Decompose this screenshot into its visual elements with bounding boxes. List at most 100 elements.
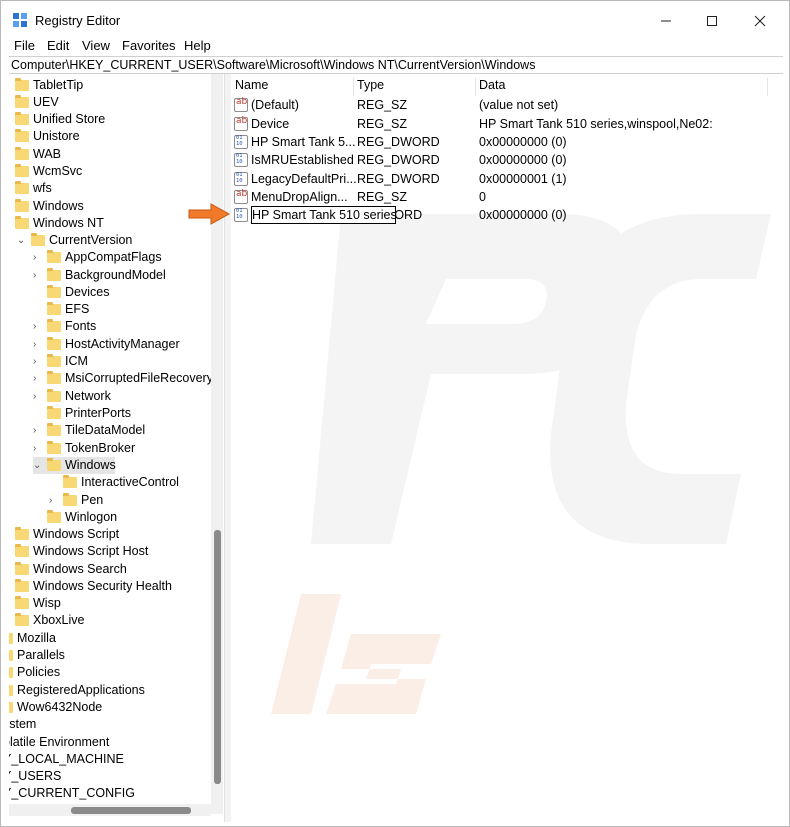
value-type: REG_DWORD — [357, 153, 440, 167]
tree-item-label: InteractiveControl — [81, 475, 179, 489]
column-header-data[interactable]: Data — [479, 78, 505, 95]
tree-item-wfs[interactable]: wfs — [15, 180, 52, 197]
tree-item-wab[interactable]: WAB — [15, 146, 61, 163]
tree-item-efs[interactable]: EFS — [33, 301, 89, 318]
tree-item-policies[interactable]: Policies — [9, 664, 60, 681]
tree-item-windows-script[interactable]: Windows Script — [15, 526, 119, 543]
menu-favorites[interactable]: Favorites — [122, 38, 175, 53]
tree-item-label: wfs — [33, 181, 52, 195]
tree-item-windows-security-health[interactable]: Windows Security Health — [15, 578, 172, 595]
address-bar[interactable]: Computer\HKEY_CURRENT_USER\Software\Micr… — [9, 56, 783, 74]
tree-item-windows[interactable]: Windows — [15, 198, 84, 215]
tree-item-network[interactable]: › Network — [33, 388, 111, 405]
chevron-down-icon[interactable]: ⌄ — [17, 232, 27, 249]
value-type: REG_SZ — [357, 117, 408, 131]
tree-item-appcompatflags[interactable]: › AppCompatFlags — [33, 249, 162, 266]
tree-item-devices[interactable]: Devices — [33, 284, 109, 301]
tree-item-mozilla[interactable]: Mozilla — [9, 630, 56, 647]
tree-item-volatile-environment[interactable]: olatile Environment — [9, 734, 109, 751]
tree-item-interactivecontrol[interactable]: InteractiveControl — [49, 474, 179, 491]
tree-item-unified-store[interactable]: Unified Store — [15, 111, 105, 128]
tree-item-msicorruptedfilerecovery[interactable]: › MsiCorruptedFileRecovery — [33, 370, 213, 387]
tree-item-windows-nt[interactable]: Windows NT — [15, 215, 104, 232]
tree-item-label: Fonts — [65, 319, 97, 333]
tree-item-xboxlive[interactable]: XboxLive — [15, 612, 84, 629]
folder-icon — [63, 493, 77, 506]
tree-vertical-scroll-thumb[interactable] — [214, 530, 221, 784]
value-data: HP Smart Tank 510 series,winspool,Ne02: — [479, 117, 713, 131]
tree-item-windows-search[interactable]: Windows Search — [15, 561, 127, 578]
value-row[interactable]: MenuDropAlign... REG_SZ 0 — [231, 188, 783, 206]
chevron-right-icon[interactable]: › — [49, 492, 59, 509]
value-row[interactable]: Device REG_SZ HP Smart Tank 510 series,w… — [231, 115, 783, 133]
rename-input-text: HP Smart Tank 510 series — [252, 208, 396, 222]
tree-item-currentversion[interactable]: ⌄ CurrentVersion — [17, 232, 132, 249]
tree-item-tablettip[interactable]: TabletTip — [15, 77, 83, 94]
value-row[interactable]: HP Smart Tank 5... REG_DWORD 0x00000000 … — [231, 133, 783, 151]
value-row[interactable]: IsMRUEstablished REG_DWORD 0x00000000 (0… — [231, 151, 783, 169]
close-button[interactable] — [737, 7, 783, 35]
menu-view[interactable]: View — [82, 38, 110, 53]
menu-edit[interactable]: Edit — [47, 38, 69, 53]
value-type: REG_SZ — [357, 190, 408, 204]
tree-item-tiledatamodel[interactable]: › TileDataModel — [33, 422, 145, 439]
tree-item-hkey-users[interactable]: Y_USERS — [9, 768, 61, 785]
column-divider[interactable] — [767, 78, 768, 96]
tree-item-backgroundmodel[interactable]: › BackgroundModel — [33, 267, 166, 284]
tree-item-hkey-current-config[interactable]: Y_CURRENT_CONFIG — [9, 785, 135, 802]
column-header-type[interactable]: Type — [357, 78, 384, 95]
rename-input[interactable]: HP Smart Tank 510 series — [251, 206, 396, 224]
tree-item-icm[interactable]: › ICM — [33, 353, 88, 370]
tree-item-hostactivitymanager[interactable]: › HostActivityManager — [33, 336, 180, 353]
chevron-right-icon[interactable]: › — [33, 353, 43, 370]
tree-item-registeredapplications[interactable]: RegisteredApplications — [9, 682, 145, 699]
tree-item-unistore[interactable]: Unistore — [15, 128, 80, 145]
tree-item-winlogon[interactable]: Winlogon — [33, 509, 117, 526]
value-row[interactable]: (Default) REG_SZ (value not set) — [231, 96, 783, 114]
folder-icon — [15, 129, 29, 142]
tree-item-printerports[interactable]: PrinterPorts — [33, 405, 131, 422]
chevron-right-icon[interactable]: › — [33, 422, 43, 439]
tree-horizontal-scroll-thumb[interactable] — [71, 807, 191, 814]
tree-item-label: Unified Store — [33, 112, 106, 126]
menu-bar: File Edit View Favorites Help — [1, 37, 790, 55]
chevron-right-icon[interactable]: › — [33, 388, 43, 405]
tree-item-tokenbroker[interactable]: › TokenBroker — [33, 440, 135, 457]
column-divider[interactable] — [475, 78, 476, 96]
tree-vertical-scrollbar[interactable] — [211, 74, 223, 814]
tree-item-uev[interactable]: UEV — [15, 94, 59, 111]
chevron-right-icon[interactable]: › — [33, 318, 43, 335]
menu-help[interactable]: Help — [184, 38, 211, 53]
chevron-right-icon[interactable]: › — [33, 336, 43, 353]
dword-value-icon — [234, 172, 248, 186]
tree-item-system[interactable]: ystem — [9, 716, 36, 733]
maximize-button[interactable] — [689, 7, 735, 35]
tree-item-windows-selected[interactable]: ⌄ Windows — [33, 457, 116, 474]
value-type: REG_DWORD — [357, 172, 440, 186]
value-row-renaming[interactable]: VORD 0x00000000 (0) HP Smart Tank 510 se… — [231, 206, 783, 224]
minimize-button[interactable] — [643, 7, 689, 35]
tree-item-fonts[interactable]: › Fonts — [33, 318, 96, 335]
tree-horizontal-scrollbar[interactable] — [9, 804, 211, 816]
chevron-right-icon[interactable]: › — [33, 267, 43, 284]
string-value-icon — [234, 189, 248, 204]
folder-icon — [47, 302, 61, 315]
tree-item-wisp[interactable]: Wisp — [15, 595, 61, 612]
tree-item-wow6432node[interactable]: Wow6432Node — [9, 699, 102, 716]
chevron-right-icon[interactable]: › — [33, 370, 43, 387]
column-header-name[interactable]: Name — [235, 78, 268, 95]
chevron-down-icon[interactable]: ⌄ — [33, 457, 43, 474]
tree-item-hkey-local-machine[interactable]: Y_LOCAL_MACHINE — [9, 751, 124, 768]
tree-item-windows-script-host[interactable]: Windows Script Host — [15, 543, 148, 560]
tree-item-wcmsvc[interactable]: WcmSvc — [15, 163, 82, 180]
folder-icon — [15, 544, 29, 557]
column-divider[interactable] — [353, 78, 354, 96]
folder-icon — [47, 371, 61, 384]
tree-item-parallels[interactable]: Parallels — [9, 647, 65, 664]
chevron-right-icon[interactable]: › — [33, 440, 43, 457]
tree-item-pen[interactable]: › Pen — [49, 492, 103, 509]
tree-item-label: Pen — [81, 493, 104, 507]
value-row[interactable]: LegacyDefaultPri... REG_DWORD 0x00000001… — [231, 170, 783, 188]
chevron-right-icon[interactable]: › — [33, 249, 43, 266]
menu-file[interactable]: File — [14, 38, 35, 53]
